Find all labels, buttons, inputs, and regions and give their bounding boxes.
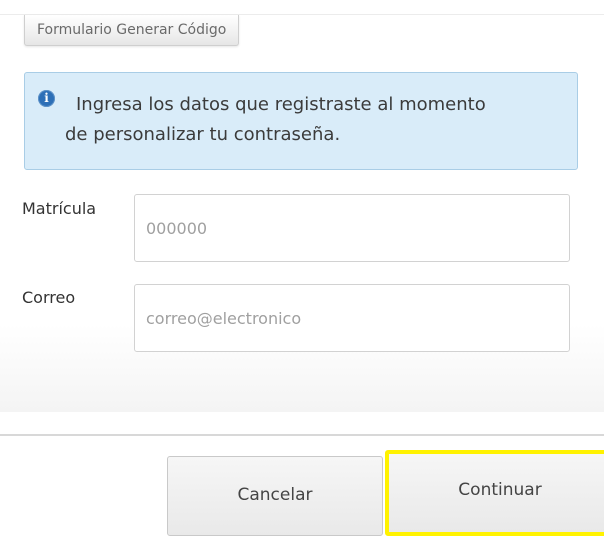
correo-field-box[interactable] <box>134 284 570 352</box>
correo-label: Correo <box>22 288 76 307</box>
matricula-field-box[interactable] <box>134 194 570 262</box>
continue-button[interactable]: Continuar <box>385 450 604 536</box>
info-icon: i <box>38 90 55 107</box>
alert-message-line-1: Ingresa los datos que registraste al mom… <box>76 94 486 115</box>
matricula-input[interactable] <box>146 195 546 261</box>
footer-divider <box>0 434 604 436</box>
correo-input[interactable] <box>146 285 546 351</box>
cancel-button[interactable]: Cancelar <box>167 456 383 536</box>
info-alert: i Ingresa los datos que registraste al m… <box>24 72 578 170</box>
form-title-tab: Formulario Generar Código <box>24 15 240 46</box>
alert-message-line-2: de personalizar tu contraseña. <box>65 124 341 145</box>
matricula-label: Matrícula <box>22 199 97 218</box>
alert-message: Ingresa los datos que registraste al mom… <box>65 90 576 150</box>
